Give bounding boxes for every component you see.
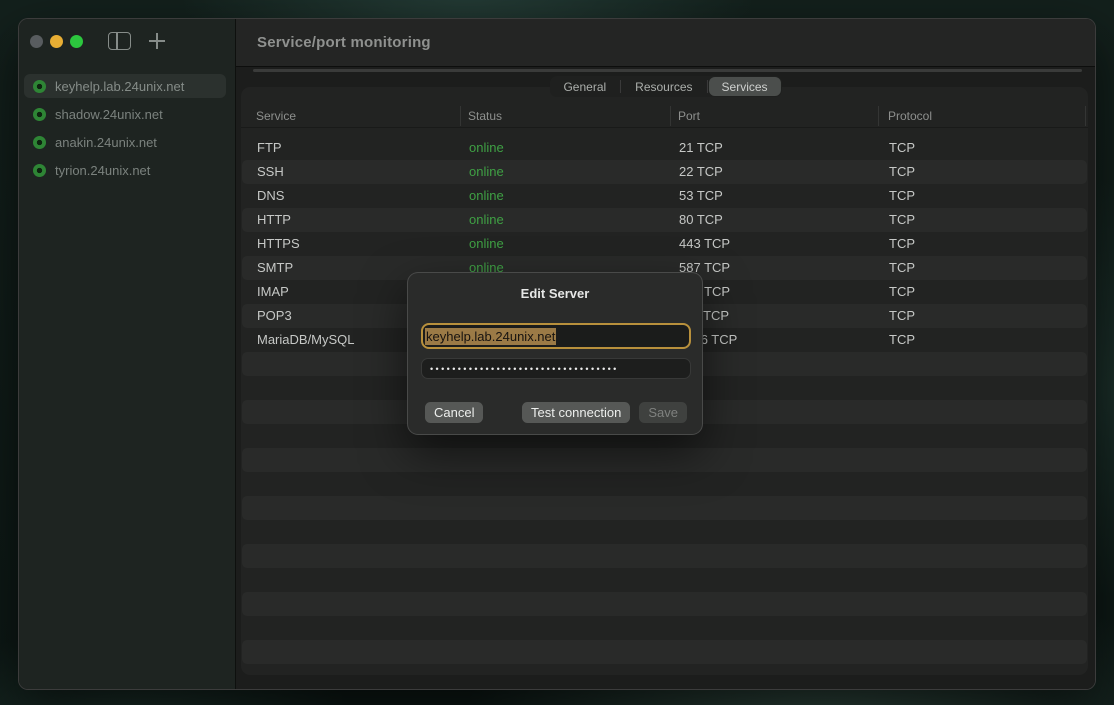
- cell-service: POP3: [257, 304, 292, 328]
- column-header-port[interactable]: Port: [678, 105, 700, 128]
- cell-status: online: [469, 232, 504, 256]
- column-header-status[interactable]: Status: [468, 105, 502, 128]
- column-separator: [460, 106, 461, 126]
- close-button[interactable]: [30, 35, 43, 48]
- table-row-empty: [242, 448, 1087, 472]
- table-row[interactable]: DNS online 53 TCP TCP: [242, 184, 1087, 208]
- cell-service: HTTPS: [257, 232, 300, 256]
- table-row-empty: [242, 616, 1087, 640]
- cell-service: MariaDB/MySQL: [257, 328, 355, 352]
- cell-protocol: TCP: [889, 184, 915, 208]
- sidebar-item-server[interactable]: anakin.24unix.net: [24, 130, 226, 154]
- server-status-icon: [33, 80, 46, 93]
- table-row[interactable]: HTTP online 80 TCP TCP: [242, 208, 1087, 232]
- table-row-empty: [242, 544, 1087, 568]
- cell-status: online: [469, 160, 504, 184]
- dialog-title: Edit Server: [408, 286, 702, 301]
- cell-service: IMAP: [257, 280, 289, 304]
- add-server-button[interactable]: [148, 32, 166, 50]
- sidebar-toggle-icon[interactable]: [108, 32, 131, 50]
- table-row-empty: [242, 568, 1087, 592]
- table-row[interactable]: HTTPS online 443 TCP TCP: [242, 232, 1087, 256]
- window-controls: [30, 35, 83, 48]
- cell-protocol: TCP: [889, 328, 915, 352]
- cell-service: FTP: [257, 136, 282, 160]
- test-connection-button[interactable]: Test connection: [522, 402, 630, 423]
- column-separator: [1085, 106, 1086, 126]
- cell-status: online: [469, 136, 504, 160]
- column-separator: [878, 106, 879, 126]
- table-row-empty: [242, 592, 1087, 616]
- tab-segmented-control: General Resources Services: [549, 76, 781, 97]
- column-header-service[interactable]: Service: [256, 105, 296, 128]
- cell-protocol: TCP: [889, 232, 915, 256]
- server-status-icon: [33, 164, 46, 177]
- page-title: Service/port monitoring: [257, 34, 431, 51]
- cell-service: HTTP: [257, 208, 291, 232]
- cell-protocol: TCP: [889, 280, 915, 304]
- server-list: keyhelp.lab.24unix.net shadow.24unix.net…: [24, 74, 226, 182]
- cell-port: 443 TCP: [679, 232, 730, 256]
- zoom-button[interactable]: [70, 35, 83, 48]
- cell-status: online: [469, 184, 504, 208]
- tab-separator: [707, 80, 708, 93]
- minimize-button[interactable]: [50, 35, 63, 48]
- password-input[interactable]: ••••••••••••••••••••••••••••••••••: [421, 358, 691, 379]
- save-button[interactable]: Save: [639, 402, 687, 423]
- tab-services[interactable]: Services: [709, 77, 781, 96]
- server-address-input[interactable]: keyhelp.lab.24unix.net: [421, 323, 691, 349]
- content-titlebar: Service/port monitoring: [236, 19, 1095, 67]
- sidebar-item-server[interactable]: keyhelp.lab.24unix.net: [24, 74, 226, 98]
- sidebar-item-server[interactable]: shadow.24unix.net: [24, 102, 226, 126]
- server-status-icon: [33, 108, 46, 121]
- cell-protocol: TCP: [889, 160, 915, 184]
- cell-status: online: [469, 208, 504, 232]
- column-separator: [670, 106, 671, 126]
- cell-protocol: TCP: [889, 256, 915, 280]
- server-label: shadow.24unix.net: [55, 107, 163, 122]
- cell-port: 53 TCP: [679, 184, 723, 208]
- tab-resources[interactable]: Resources: [621, 76, 706, 97]
- cell-port: 22 TCP: [679, 160, 723, 184]
- selected-text: keyhelp.lab.24unix.net: [425, 328, 556, 345]
- cell-protocol: TCP: [889, 136, 915, 160]
- cell-service: SSH: [257, 160, 284, 184]
- tab-general[interactable]: General: [549, 76, 620, 97]
- table-row[interactable]: FTP online 21 TCP TCP: [242, 136, 1087, 160]
- server-label: anakin.24unix.net: [55, 135, 157, 150]
- table-row-empty: [242, 640, 1087, 664]
- cell-port: 21 TCP: [679, 136, 723, 160]
- cancel-button[interactable]: Cancel: [425, 402, 483, 423]
- cell-port: 80 TCP: [679, 208, 723, 232]
- cell-protocol: TCP: [889, 208, 915, 232]
- server-status-icon: [33, 136, 46, 149]
- cell-service: SMTP: [257, 256, 293, 280]
- table-row[interactable]: SSH online 22 TCP TCP: [242, 160, 1087, 184]
- table-row-empty: [242, 520, 1087, 544]
- cell-protocol: TCP: [889, 304, 915, 328]
- table-row-empty: [242, 472, 1087, 496]
- sidebar-item-server[interactable]: tyrion.24unix.net: [24, 158, 226, 182]
- sidebar: keyhelp.lab.24unix.net shadow.24unix.net…: [19, 19, 236, 689]
- table-row-empty: [242, 496, 1087, 520]
- edit-server-dialog: Edit Server keyhelp.lab.24unix.net •••••…: [407, 272, 703, 435]
- column-header-protocol[interactable]: Protocol: [888, 105, 932, 128]
- cell-service: DNS: [257, 184, 284, 208]
- server-label: tyrion.24unix.net: [55, 163, 150, 178]
- header-divider-bar: [253, 69, 1082, 72]
- server-label: keyhelp.lab.24unix.net: [55, 79, 184, 94]
